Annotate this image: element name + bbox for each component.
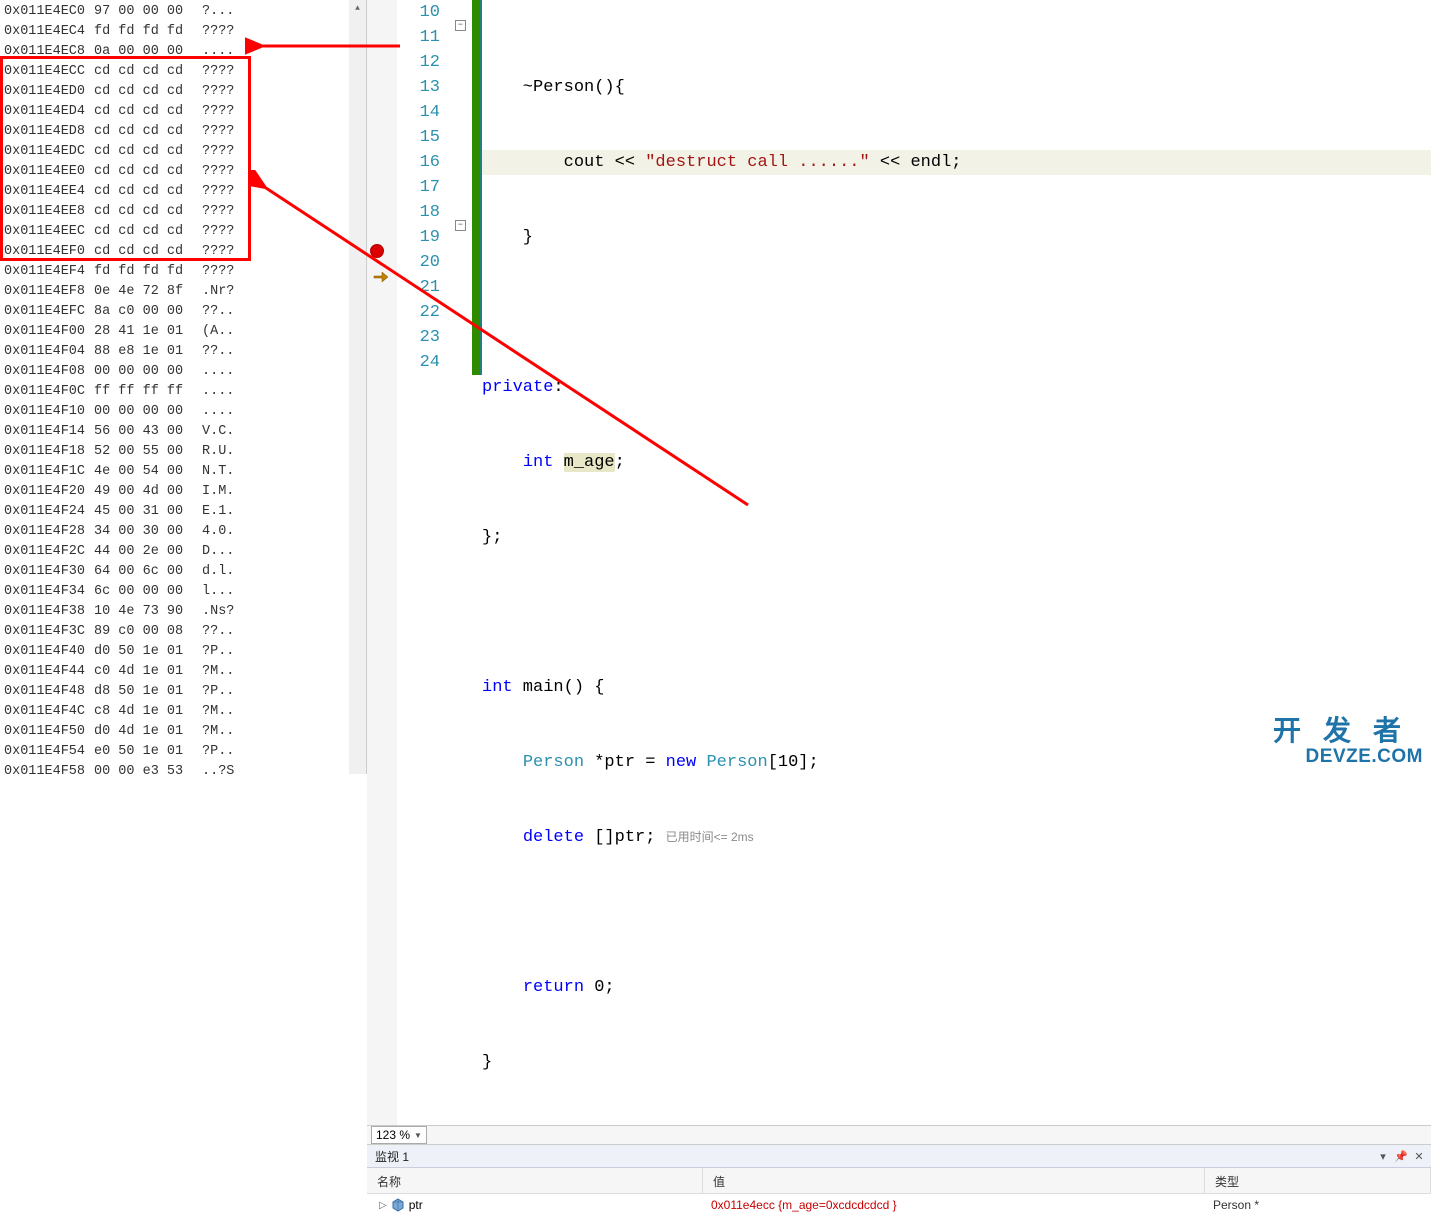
memory-row[interactable]: 0x011E4F00 28 41 1e 01 (A.. [4, 322, 362, 342]
memory-row[interactable]: 0x011E4ED0 cd cd cd cd ???? [4, 82, 362, 102]
memory-row[interactable]: 0x011E4F34 6c 00 00 00 l... [4, 582, 362, 602]
memory-row[interactable]: 0x011E4F04 88 e8 1e 01 ??.. [4, 342, 362, 362]
fold-toggle-icon[interactable]: − [455, 20, 466, 31]
window-dropdown-icon[interactable]: ▾ [1375, 1148, 1391, 1164]
memory-row[interactable]: 0x011E4EF4 fd fd fd fd ???? [4, 262, 362, 282]
memory-row[interactable]: 0x011E4ED8 cd cd cd cd ???? [4, 122, 362, 142]
memory-row[interactable]: 0x011E4EFC 8a c0 00 00 ??.. [4, 302, 362, 322]
memory-row[interactable]: 0x011E4EF8 0e 4e 72 8f .Nr? [4, 282, 362, 302]
memory-row[interactable]: 0x011E4F54 e0 50 1e 01 ?P.. [4, 742, 362, 762]
memory-row[interactable]: 0x011E4F48 d8 50 1e 01 ?P.. [4, 682, 362, 702]
line-number: 10 [397, 0, 440, 25]
memory-row[interactable]: 0x011E4F08 00 00 00 00 .... [4, 362, 362, 382]
line-number: 18 [397, 200, 440, 225]
memory-row[interactable]: 0x011E4F28 34 00 30 00 4.0. [4, 522, 362, 542]
memory-row[interactable]: 0x011E4EC4 fd fd fd fd ???? [4, 22, 362, 42]
memory-row[interactable]: 0x011E4F30 64 00 6c 00 d.l. [4, 562, 362, 582]
variable-icon [391, 1198, 405, 1212]
line-number: 22 [397, 300, 440, 325]
watch-title: 监视 1 [375, 1148, 409, 1165]
scroll-up-icon[interactable]: ▲ [349, 0, 366, 17]
expand-triangle-icon[interactable]: ▷ [379, 1200, 387, 1211]
memory-row[interactable]: 0x011E4F1C 4e 00 54 00 N.T. [4, 462, 362, 482]
memory-row[interactable]: 0x011E4F0C ff ff ff ff .... [4, 382, 362, 402]
watch-header: 名称 值 类型 [367, 1168, 1431, 1194]
line-number: 12 [397, 50, 440, 75]
memory-row[interactable]: 0x011E4F10 00 00 00 00 .... [4, 402, 362, 422]
memory-scrollbar[interactable]: ▲ [349, 0, 366, 774]
fold-column: − − [452, 0, 472, 1125]
memory-row[interactable]: 0x011E4F14 56 00 43 00 V.C. [4, 422, 362, 442]
line-number: 13 [397, 75, 440, 100]
code-line: } [482, 228, 533, 247]
line-number: 24 [397, 350, 440, 375]
memory-row[interactable]: 0x011E4F40 d0 50 1e 01 ?P.. [4, 642, 362, 662]
close-icon[interactable]: ✕ [1411, 1148, 1427, 1164]
watermark-text: 开发者 [1273, 716, 1423, 747]
line-number: 11 [397, 25, 440, 50]
col-type[interactable]: 类型 [1205, 1168, 1431, 1193]
fold-toggle-icon[interactable]: − [455, 220, 466, 231]
memory-row[interactable]: 0x011E4F20 49 00 4d 00 I.M. [4, 482, 362, 502]
memory-row[interactable]: 0x011E4EE8 cd cd cd cd ???? [4, 202, 362, 222]
memory-row[interactable]: 0x011E4F3C 89 c0 00 08 ??.. [4, 622, 362, 642]
memory-row[interactable]: 0x011E4F44 c0 4d 1e 01 ?M.. [4, 662, 362, 682]
line-number: 20 [397, 250, 440, 275]
col-value[interactable]: 值 [703, 1168, 1205, 1193]
watch-var-name: ptr [409, 1198, 423, 1212]
memory-row[interactable]: 0x011E4EDC cd cd cd cd ???? [4, 142, 362, 162]
memory-row[interactable]: 0x011E4F4C c8 4d 1e 01 ?M.. [4, 702, 362, 722]
memory-row[interactable]: 0x011E4ED4 cd cd cd cd ???? [4, 102, 362, 122]
zoom-bar: 123 % ▼ [367, 1125, 1431, 1144]
memory-row[interactable]: 0x011E4F38 10 4e 73 90 .Ns? [4, 602, 362, 622]
line-number-gutter: 101112131415161718192021222324 [397, 0, 452, 1125]
line-number: 16 [397, 150, 440, 175]
line-number: 19 [397, 225, 440, 250]
watch-var-value: 0x011e4ecc {m_age=0xcdcdcdcd } [703, 1198, 1205, 1212]
memory-row[interactable]: 0x011E4F50 d0 4d 1e 01 ?M.. [4, 722, 362, 742]
memory-row[interactable]: 0x011E4F2C 44 00 2e 00 D... [4, 542, 362, 562]
code-content[interactable]: ~Person(){ cout << "destruct call ......… [482, 0, 1431, 1125]
return-arrow-icon [372, 268, 388, 284]
code-line: } [482, 1053, 492, 1072]
code-line: ~Person(){ [482, 78, 625, 97]
line-number: 21 [397, 275, 440, 300]
memory-row[interactable]: 0x011E4F58 00 00 e3 53 ..?S [4, 762, 362, 782]
watch-panel: 监视 1 ▾ 📌 ✕ 名称 值 类型 ▷ ptr [367, 1144, 1431, 1216]
memory-row[interactable]: 0x011E4EF0 cd cd cd cd ???? [4, 242, 362, 262]
code-line: }; [482, 528, 502, 547]
change-bar [472, 0, 480, 375]
highlighted-var: m_age [564, 453, 615, 472]
line-number: 14 [397, 100, 440, 125]
watch-var-type: Person * [1205, 1198, 1431, 1212]
line-number: 15 [397, 125, 440, 150]
watch-row[interactable]: ▷ ptr 0x011e4ecc {m_age=0xcdcdcdcd } Per… [367, 1194, 1431, 1216]
memory-row[interactable]: 0x011E4ECC cd cd cd cd ???? [4, 62, 362, 82]
pin-icon[interactable]: 📌 [1393, 1148, 1409, 1164]
memory-panel: 0x011E4EC0 97 00 00 00 ?...0x011E4EC4 fd… [0, 0, 367, 774]
col-name[interactable]: 名称 [367, 1168, 703, 1193]
memory-row[interactable]: 0x011E4EE0 cd cd cd cd ???? [4, 162, 362, 182]
chevron-down-icon: ▼ [414, 1131, 422, 1140]
timing-hint: 已用时间<= 2ms [666, 830, 754, 844]
memory-row[interactable]: 0x011E4EEC cd cd cd cd ???? [4, 222, 362, 242]
line-number: 17 [397, 175, 440, 200]
zoom-select[interactable]: 123 % ▼ [371, 1126, 427, 1144]
memory-row[interactable]: 0x011E4F24 45 00 31 00 E.1. [4, 502, 362, 522]
memory-content: 0x011E4EC0 97 00 00 00 ?...0x011E4EC4 fd… [0, 0, 366, 784]
watch-title-bar: 监视 1 ▾ 📌 ✕ [367, 1145, 1431, 1168]
memory-row[interactable]: 0x011E4EC8 0a 00 00 00 .... [4, 42, 362, 62]
code-editor[interactable]: 101112131415161718192021222324 − − ~Pers… [367, 0, 1431, 1125]
zoom-value: 123 % [376, 1128, 410, 1142]
breakpoint-icon[interactable] [370, 244, 384, 258]
memory-row[interactable]: 0x011E4EC0 97 00 00 00 ?... [4, 2, 362, 22]
line-number: 23 [397, 325, 440, 350]
memory-row[interactable]: 0x011E4F18 52 00 55 00 R.U. [4, 442, 362, 462]
memory-row[interactable]: 0x011E4EE4 cd cd cd cd ???? [4, 182, 362, 202]
